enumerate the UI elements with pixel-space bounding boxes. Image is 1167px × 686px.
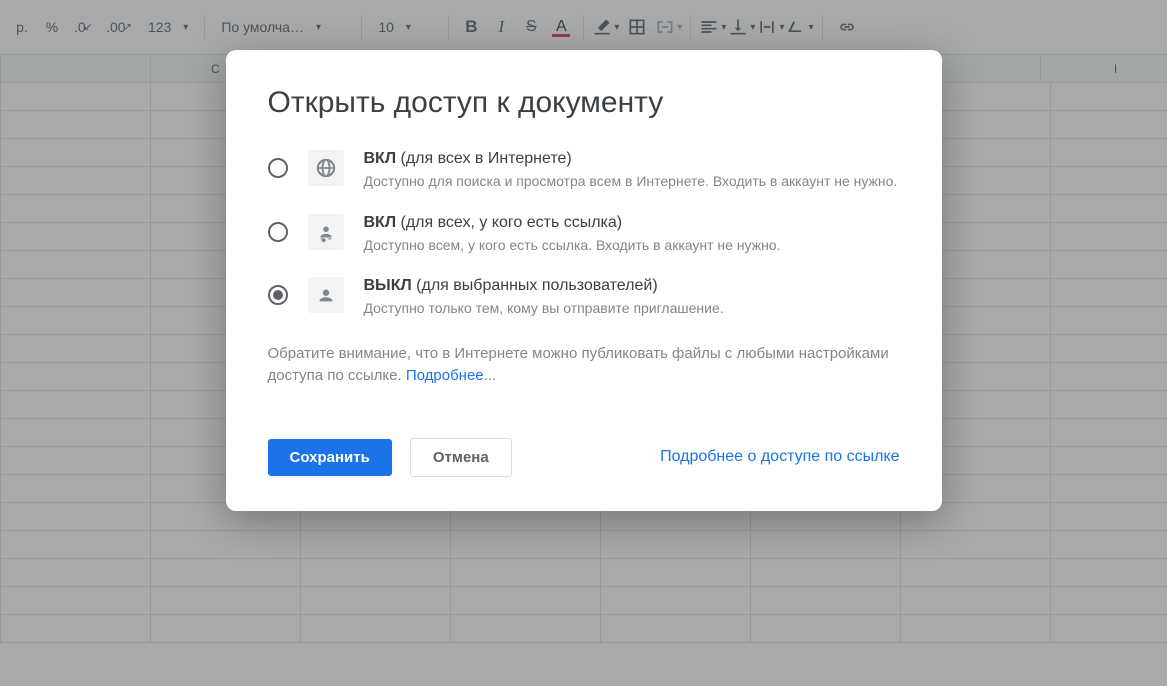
more-about-link-sharing[interactable]: Подробнее о доступе по ссылке [660, 448, 899, 466]
option-anyone-with-link[interactable]: ВКЛ (для всех, у кого есть ссылка) Досту… [268, 214, 900, 256]
dialog-footer: Сохранить Отмена Подробнее о доступе по … [268, 438, 900, 477]
option-title: ВКЛ (для всех, у кого есть ссылка) [364, 214, 900, 232]
dialog-title: Открыть доступ к документу [268, 86, 900, 120]
cancel-button[interactable]: Отмена [410, 438, 512, 477]
option-title: ВКЛ (для всех в Интернете) [364, 150, 900, 168]
option-description: Доступно всем, у кого есть ссылка. Входи… [364, 236, 900, 256]
option-public-internet[interactable]: ВКЛ (для всех в Интернете) Доступно для … [268, 150, 900, 192]
radio-button[interactable] [268, 222, 288, 242]
learn-more-link[interactable]: Подробнее [406, 367, 484, 384]
person-link-icon [308, 214, 344, 250]
person-icon [308, 277, 344, 313]
option-description: Доступно только тем, кому вы отправите п… [364, 299, 900, 319]
option-specific-users[interactable]: ВЫКЛ (для выбранных пользователей) Досту… [268, 277, 900, 319]
radio-button[interactable] [268, 158, 288, 178]
globe-icon [308, 150, 344, 186]
option-description: Доступно для поиска и просмотра всем в И… [364, 172, 900, 192]
share-dialog: Открыть доступ к документу ВКЛ (для всех… [226, 50, 942, 511]
notice-text: Обратите внимание, что в Интернете можно… [268, 343, 900, 388]
radio-selected-dot [273, 290, 283, 300]
radio-button[interactable] [268, 285, 288, 305]
option-title: ВЫКЛ (для выбранных пользователей) [364, 277, 900, 295]
save-button[interactable]: Сохранить [268, 439, 392, 476]
